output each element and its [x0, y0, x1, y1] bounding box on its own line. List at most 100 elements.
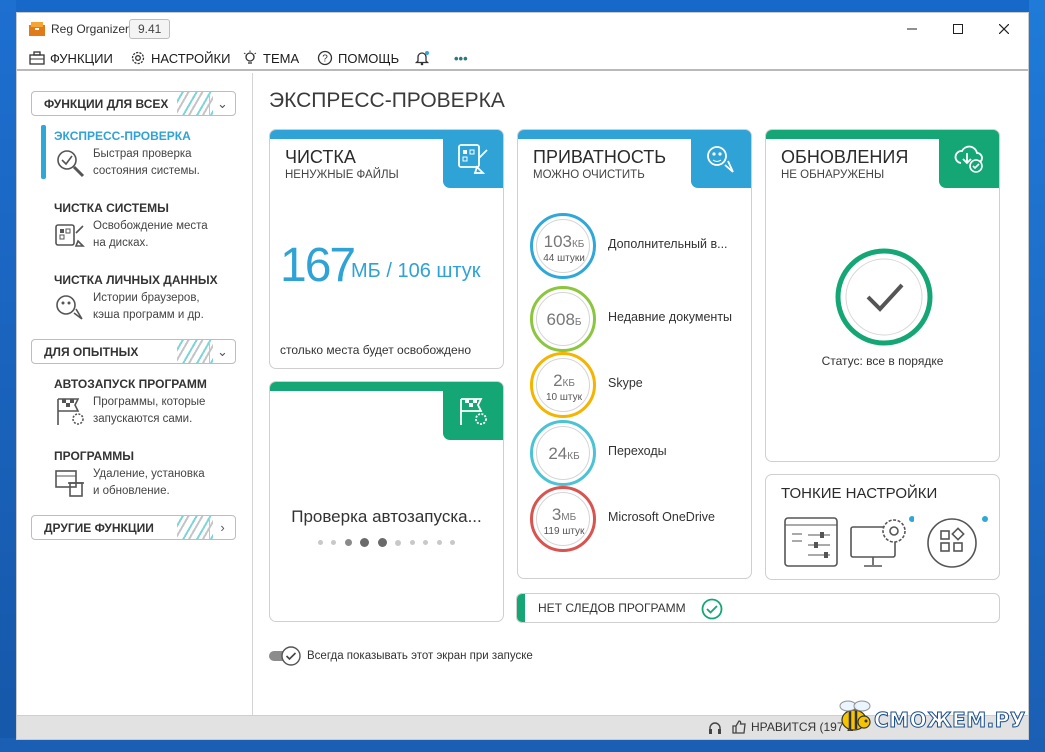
card-privacy[interactable]: ПРИВАТНОСТЬ МОЖНО ОЧИСТИТЬ 103КБ 44 штук… [517, 129, 752, 579]
settings-sliders-icon [784, 517, 838, 567]
desc-line: Удаление, установка [93, 468, 205, 480]
loading-dot [395, 539, 402, 546]
sidebar-item-personal-data[interactable]: ЧИСТКА ЛИЧНЫХ ДАННЫХ Истории браузеров, к… [54, 273, 239, 321]
privacy-row-label: Skype [608, 376, 643, 390]
ring-inner: 24КБ [536, 426, 590, 480]
apps-grid-icon [927, 516, 988, 568]
maximize-button[interactable] [938, 17, 978, 41]
desc-line: кэша программ и др. [93, 309, 204, 321]
card-subtitle: НЕНУЖНЫЕ ФАЙЛЫ [285, 169, 399, 181]
bell-icon [414, 51, 430, 66]
title-bar: Reg Organizer 9.41 [17, 13, 1028, 45]
ring-count: 119 штук [543, 526, 585, 537]
close-button[interactable] [984, 17, 1024, 41]
privacy-row[interactable]: 2КБ 10 штук Skype [530, 352, 750, 418]
card-updates[interactable]: ОБНОВЛЕНИЯ НЕ ОБНАРУЖЕНЫ Статус: все в п… [765, 129, 1000, 462]
headset-icon[interactable] [707, 720, 723, 736]
sidebar-item-desc: Программы, которые запускаются сами. [93, 394, 233, 428]
ring-unit: Б [574, 317, 582, 328]
loading-dot [450, 540, 456, 546]
show-on-start-label: Всегда показывать этот экран при запуске [307, 650, 533, 662]
cloud-download-icon [954, 145, 983, 173]
card-corner [443, 130, 503, 188]
ring-value: 608Б [537, 310, 591, 330]
lightbulb-icon [243, 50, 257, 64]
card-subtitle: МОЖНО ОЧИСТИТЬ [533, 169, 645, 181]
card-corner [443, 382, 503, 440]
ring-number: 2 [553, 371, 563, 390]
ring-number: 3 [551, 505, 562, 524]
menu-functions[interactable]: ФУНКЦИИ [29, 49, 113, 67]
tweak-apps-button[interactable] [926, 515, 990, 574]
check-circle-icon [701, 598, 723, 620]
sidebar-item-system-cleaning[interactable]: ЧИСТКА СИСТЕМЫ Освобождение места на диск… [54, 201, 239, 249]
ring-inner: 608Б [536, 292, 590, 346]
size-ring: 3МБ 119 штук [530, 486, 596, 552]
svg-text:?: ? [322, 54, 328, 65]
card-corner [939, 130, 999, 188]
section-advanced[interactable]: ДЛЯ ОПЫТНЫХ ⌄ [31, 339, 236, 364]
sidebar-item-title: ЭКСПРЕСС-ПРОВЕРКА [54, 129, 191, 143]
chevron-right-icon: › [209, 516, 235, 539]
show-on-start-toggle[interactable] [269, 646, 301, 666]
sidebar-item-title: ЧИСТКА СИСТЕМЫ [54, 201, 169, 215]
ring-unit: КБ [571, 239, 585, 250]
menu-help-label: ПОМОЩЬ [338, 50, 400, 66]
section-other-functions[interactable]: ДРУГИЕ ФУНКЦИИ › [31, 515, 236, 540]
size-ring: 24КБ [530, 420, 596, 486]
no-program-traces-bar[interactable]: НЕТ СЛЕДОВ ПРОГРАММ [516, 593, 1000, 623]
menu-help[interactable]: ? ПОМОЩЬ [317, 49, 399, 67]
card-cleaning[interactable]: ЧИСТКА НЕНУЖНЫЕ ФАЙЛЫ 167 МБ / 106 штук … [269, 129, 504, 369]
loading-dot [377, 538, 387, 548]
minimize-icon [907, 28, 917, 30]
notifications-button[interactable] [414, 49, 435, 67]
card-corner [691, 130, 751, 188]
loading-dot [344, 539, 352, 547]
more-menu-button[interactable]: ••• [454, 49, 468, 67]
card-title: ТОНКИЕ НАСТРОЙКИ [781, 485, 938, 502]
section-functions-for-all[interactable]: ФУНКЦИИ ДЛЯ ВСЕХ ⌄ [31, 91, 236, 116]
ring-inner: 2КБ 10 штук [536, 358, 590, 412]
card-autorun[interactable]: Проверка автозапуска... [269, 381, 504, 622]
menu-theme[interactable]: ТЕМА [242, 49, 299, 67]
sidebar-item-programs[interactable]: ПРОГРАММЫ Удаление, установка и обновлени… [54, 449, 239, 497]
loading-dots [270, 534, 503, 552]
cleaning-icon [458, 144, 488, 174]
menu-settings[interactable]: НАСТРОЙКИ [130, 49, 230, 67]
sidebar-item-autorun[interactable]: АВТОЗАПУСК ПРОГРАММ Программы, которые за… [54, 377, 239, 425]
autorun-loading-text: Проверка автозапуска... [291, 507, 482, 526]
section-other-functions-label: ДРУГИЕ ФУНКЦИИ [44, 521, 154, 535]
desc-line: запускаются сами. [93, 413, 193, 425]
ring-inner: 3МБ 119 штук [536, 492, 590, 546]
show-on-start-row: Всегда показывать этот экран при запуске [269, 645, 533, 667]
section-stripes-decor [177, 516, 213, 539]
checkered-flag-gear-icon [460, 398, 487, 425]
privacy-row[interactable]: 608Б Недавние документы [530, 286, 750, 352]
sidebar-item-express-check[interactable]: ЭКСПРЕСС-ПРОВЕРКА Быстрая проверка состоя… [54, 129, 239, 178]
desc-line: Освобождение места [93, 220, 208, 232]
watermark-text: СМОЖЕМ.РУ [874, 708, 1026, 733]
privacy-row[interactable]: 103КБ 44 штуки Дополнительный в... [530, 213, 750, 279]
loading-dot [409, 540, 415, 546]
card-fine-tuning[interactable]: ТОНКИЕ НАСТРОЙКИ [765, 474, 1000, 580]
active-indicator [41, 125, 46, 179]
tweak-sliders-button[interactable] [784, 517, 838, 572]
app-window: Reg Organizer 9.41 ФУНКЦИИ НАСТРОЙКИ ТЕМ… [16, 12, 1029, 740]
chevron-down-icon: ⌄ [209, 340, 235, 363]
update-status-text: Статус: все в порядке [821, 354, 944, 368]
privacy-row[interactable]: 24КБ Переходы [530, 420, 750, 486]
app-title: Reg Organizer [51, 22, 130, 36]
ring-count: 44 штуки [543, 253, 585, 264]
desc-line: состояния системы. [93, 165, 200, 177]
minimize-button[interactable] [892, 17, 932, 41]
help-icon: ? [317, 50, 333, 66]
privacy-row-label: Дополнительный в... [608, 237, 728, 251]
tweak-system-button[interactable] [850, 515, 915, 574]
privacy-row[interactable]: 3МБ 119 штук Microsoft OneDrive [530, 486, 750, 552]
size-ring: 608Б [530, 286, 596, 352]
chevron-down-icon: ⌄ [209, 92, 235, 115]
card-title: ПРИВАТНОСТЬ [533, 147, 667, 167]
section-stripes-decor [177, 340, 213, 363]
sidebar-item-title: ПРОГРАММЫ [54, 449, 134, 463]
watermark-logo: СМОЖЕМ.РУ [828, 696, 1028, 738]
